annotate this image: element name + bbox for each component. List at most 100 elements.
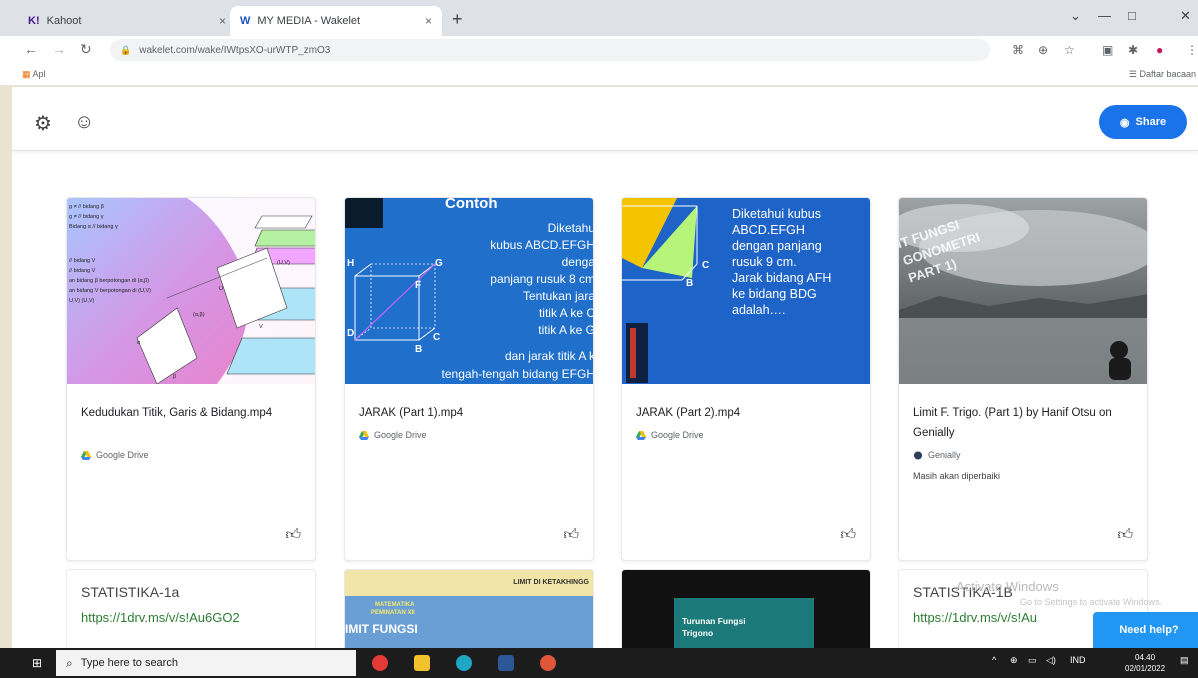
back-icon[interactable]: ← (24, 41, 38, 57)
item-card[interactable]: IT FUNGSI GONOMETRI PART 1) Limit F. Tri… (898, 197, 1148, 561)
reading-list-button[interactable]: ☰ Daftar bacaan (1129, 69, 1196, 80)
thumb-line: panjang rusuk 8 cm (490, 272, 594, 286)
extension-icon[interactable]: ▣ (1102, 43, 1113, 57)
tab-title: Kahoot (46, 15, 82, 27)
item-title[interactable]: JARAK (Part 1).mp4 (359, 403, 579, 423)
maximize-button[interactable]: □ (1128, 8, 1136, 23)
windows-start-icon[interactable]: ⊞ (32, 656, 42, 670)
thumb-label: V (259, 324, 263, 330)
tray-volume-icon[interactable]: ◁) (1046, 655, 1056, 666)
thumb-label: g ≠ // bidang β (69, 204, 104, 210)
activation-watermark-sub: Go to Settings to activate Windows. (1020, 597, 1163, 607)
source-label: Genially (928, 450, 961, 460)
thumb-line: Trigono (682, 628, 714, 638)
wakelet-page: ⚙ ☺ ◉ Share g ≠ // bidang β g ≠ // bidan… (12, 87, 1198, 648)
browser-toolbar: ← → ↻ 🔒 wakelet.com/wake/IWtpsXO-urWTP_z… (0, 36, 1198, 64)
share-page-icon[interactable]: ⊕ (1038, 43, 1048, 57)
item-card[interactable]: LIMIT DI KETAKHINGG MATEMATIKA PEMINATAN… (344, 569, 594, 648)
cube-label: F (415, 280, 422, 291)
google-drive-icon (81, 450, 91, 460)
windows-taskbar: ⊞ ⌕ Type here to search ^ ⊕ ▭ ◁) IND 04.… (0, 648, 1198, 678)
like-thumbs-up-icon[interactable]: 👍︎ (840, 526, 856, 544)
thumb-label: g ≠ // bidang γ (69, 214, 104, 220)
need-help-button[interactable]: Need help? (1093, 612, 1198, 648)
forward-icon[interactable]: → (52, 41, 66, 57)
tab-wakelet[interactable]: W MY MEDIA - Wakelet × (230, 6, 442, 36)
profile-avatar-icon[interactable]: ● (1156, 43, 1163, 57)
word-app-icon[interactable] (498, 655, 514, 671)
chrome-app-icon[interactable] (540, 655, 556, 671)
address-bar[interactable]: 🔒 wakelet.com/wake/IWtpsXO-urWTP_zmO3 (110, 39, 990, 61)
reading-list-label: Daftar bacaan (1139, 69, 1196, 79)
video-thumbnail[interactable]: g ≠ // bidang β g ≠ // bidang γ Bidang α… (67, 198, 315, 384)
thumb-label: // bidang V (69, 268, 96, 274)
theme-palette-icon[interactable]: ☺ (74, 111, 94, 134)
video-thumbnail[interactable]: C B Diketahui kubus ABCD.EFGH dengan pan… (622, 198, 870, 384)
item-card[interactable]: g ≠ // bidang β g ≠ // bidang γ Bidang α… (66, 197, 316, 561)
share-button[interactable]: ◉ Share (1099, 105, 1187, 139)
thumb-line: dan jarak titik A k (504, 349, 594, 363)
thumb-line: MATEMATIKA (375, 602, 415, 608)
menu-kebab-icon[interactable]: ⋮ (1186, 43, 1198, 57)
item-title[interactable]: Limit F. Trigo. (Part 1) by Hanif Otsu o… (913, 403, 1133, 443)
collection-header: ⚙ ☺ ◉ Share (12, 87, 1198, 151)
item-title[interactable]: Kedudukan Titik, Garis & Bidang.mp4 (81, 403, 301, 423)
browser-tab-strip: K! Kahoot × W MY MEDIA - Wakelet × + ⌄ —… (0, 0, 1198, 36)
reading-list-icon: ☰ (1128, 69, 1137, 79)
close-window-button[interactable]: ✕ (1180, 8, 1191, 24)
cube-diagram (622, 198, 698, 383)
question-text: Diketahui kubus ABCD.EFGH dengan panjang… (732, 206, 870, 318)
item-card[interactable]: Turunan Fungsi Trigono (621, 569, 871, 648)
item-card[interactable]: Contoh Diketahu kubus ABCD.EFGH denga pa… (344, 197, 594, 561)
thumb-line: PEMINATAN XII (371, 610, 415, 616)
tab-kahoot[interactable]: K! Kahoot × (18, 6, 236, 36)
thumb-line: dengan panjang (732, 239, 822, 253)
settings-gear-icon[interactable]: ⚙ (34, 111, 52, 136)
thumb-line: denga (561, 255, 594, 269)
thumb-line: Diketahu (547, 221, 594, 235)
tray-network-icon[interactable]: ⊕ (1010, 655, 1018, 666)
share-eye-icon: ◉ (1119, 116, 1130, 129)
item-source: Google Drive (81, 450, 149, 460)
bookmark-star-icon[interactable]: ☆ (1064, 43, 1075, 57)
like-thumbs-up-icon[interactable]: 👍︎ (285, 526, 301, 544)
thumb-line: titik A ke C (538, 306, 594, 320)
apps-shortcut[interactable]: ▦ Apl (22, 69, 46, 80)
item-link[interactable]: https://1drv.ms/v/s!Au (913, 610, 1037, 625)
item-title[interactable]: JARAK (Part 2).mp4 (636, 403, 856, 423)
bookmarks-bar: ▦ Apl ☰ Daftar bacaan (0, 64, 1198, 86)
video-thumbnail[interactable]: Contoh Diketahu kubus ABCD.EFGH denga pa… (345, 198, 594, 384)
translate-icon[interactable]: ⌘ (1012, 43, 1024, 57)
item-card[interactable]: C B Diketahui kubus ABCD.EFGH dengan pan… (621, 197, 871, 561)
new-tab-button[interactable]: + (452, 9, 463, 30)
item-link[interactable]: https://1drv.ms/v/s!Au6GO2 (81, 610, 240, 625)
like-thumbs-up-icon[interactable]: 👍︎ (1117, 526, 1133, 544)
search-icon: ⌕ (66, 655, 73, 670)
tab-search-icon[interactable]: ⌄ (1070, 8, 1081, 24)
video-thumbnail[interactable]: IT FUNGSI GONOMETRI PART 1) (899, 198, 1147, 384)
thumb-heading: Turunan Fungsi (682, 616, 746, 626)
close-tab-icon[interactable]: × (425, 14, 432, 28)
notifications-icon[interactable]: ▤ (1180, 655, 1189, 666)
close-tab-icon[interactable]: × (219, 14, 226, 28)
like-thumbs-up-icon[interactable]: 👍︎ (563, 526, 579, 544)
thumb-line: adalah…. (732, 303, 786, 317)
system-clock[interactable]: 04.40 02/01/2022 (1125, 652, 1165, 674)
opera-app-icon[interactable] (372, 655, 388, 671)
tray-chevron-icon[interactable]: ^ (992, 655, 996, 665)
thumb-line: ke bidang BDG (732, 287, 817, 301)
puzzle-icon[interactable]: ✱ (1128, 43, 1138, 57)
taskbar-search[interactable]: ⌕ Type here to search (56, 650, 356, 676)
reload-icon[interactable]: ↻ (80, 41, 92, 58)
edge-app-icon[interactable] (456, 655, 472, 671)
minimize-button[interactable]: — (1098, 8, 1111, 23)
file-explorer-icon[interactable] (414, 655, 430, 671)
cube-label: B (686, 278, 694, 289)
thumb-line: Diketahui kubus (732, 207, 821, 221)
clock-time: 04.40 (1135, 653, 1156, 662)
thumb-line: titik A ke G (538, 323, 594, 337)
tray-battery-icon[interactable]: ▭ (1028, 655, 1037, 666)
item-title: STATISTIKA-1a (81, 584, 180, 600)
item-card[interactable]: STATISTIKA-1a https://1drv.ms/v/s!Au6GO2 (66, 569, 316, 648)
language-indicator[interactable]: IND (1070, 655, 1086, 665)
